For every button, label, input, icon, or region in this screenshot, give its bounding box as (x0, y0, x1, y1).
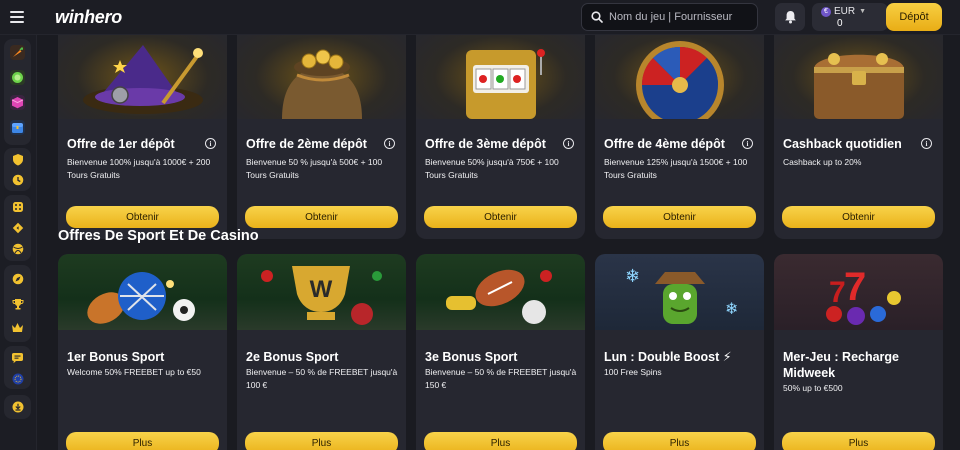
sport-title: Mer-Jeu : Recharge Midweek (783, 350, 900, 380)
sport-card: ❄ ❄ Lun : Double Boost ⚡ 100 Free Spins … (595, 254, 764, 450)
info-icon[interactable]: i (384, 138, 395, 149)
promo-image (58, 35, 227, 119)
search-box[interactable] (581, 3, 758, 31)
sidebar (0, 35, 37, 450)
sport-title: 1er Bonus Sport (67, 350, 165, 364)
balance-value: 0 (837, 18, 843, 29)
shield-icon[interactable] (10, 152, 25, 167)
bell-icon (784, 11, 796, 24)
promo-title: Offre de 2ème dépôt (246, 137, 367, 151)
sport-description: Welcome 50% FREEBET up to €50 (67, 367, 201, 377)
info-icon[interactable]: i (563, 138, 574, 149)
sport-card: 7 7 Mer-Jeu : Recharge Midweek 50% up to… (774, 254, 943, 450)
svg-text:7: 7 (844, 265, 866, 309)
get-offer-button[interactable]: Obtenir (66, 206, 219, 228)
more-button[interactable]: Plus (66, 432, 219, 450)
currency-label: EUR (834, 6, 856, 17)
promo-image (774, 35, 943, 119)
sport-description: Bienvenue – 50 % de FREEBET jusqu'à 100 … (246, 367, 398, 390)
sport-image: ❄ ❄ (595, 254, 764, 330)
sport-description: 100 Free Spins (604, 367, 662, 377)
lime-icon[interactable] (10, 70, 25, 85)
cube-icon[interactable] (10, 95, 25, 110)
more-button[interactable]: Plus (424, 432, 577, 450)
promo-description: Bienvenue 125% jusqu'à 1500€ + 100 Tours… (604, 157, 748, 180)
info-icon[interactable]: i (921, 138, 932, 149)
top-bar: winhero €EUR▼ 0 Dépôt (0, 0, 960, 35)
more-button[interactable]: Plus (782, 432, 935, 450)
chat-icon[interactable] (10, 350, 25, 365)
promo-title: Offre de 4ème dépôt (604, 137, 725, 151)
chest-icon[interactable] (10, 120, 25, 135)
more-button[interactable]: Plus (603, 432, 756, 450)
sport-description: Bienvenue – 50 % de FREEBET jusqu'à 150 … (425, 367, 577, 390)
diamond-icon[interactable] (10, 220, 25, 235)
promo-description: Bienvenue 100% jusqu'à 1000€ + 200 Tours… (67, 157, 211, 180)
trophy-icon[interactable] (10, 296, 25, 311)
promo-image (237, 35, 406, 119)
site-logo[interactable]: winhero (55, 7, 122, 28)
sport-image: 7 7 (774, 254, 943, 330)
info-icon[interactable]: i (742, 138, 753, 149)
sidebar-group-sports (4, 265, 31, 342)
more-button[interactable]: Plus (245, 432, 398, 450)
clock-icon[interactable] (10, 172, 25, 187)
sport-image: W (237, 254, 406, 330)
promo-description: Bienvenue 50% jusqu'à 750€ + 100 Tours G… (425, 157, 559, 180)
sport-description: 50% up to €500 (783, 383, 843, 393)
promo-card: Offre de 2ème dépôt i Bienvenue 50 % jus… (237, 35, 406, 239)
svg-text:❄: ❄ (725, 301, 738, 318)
promo-description: Bienvenue 50 % jusqu'à 500€ + 100 Tours … (246, 157, 383, 180)
sport-title: 3e Bonus Sport (425, 350, 518, 364)
sport-image (58, 254, 227, 330)
carrot-icon[interactable] (10, 45, 25, 60)
sport-title: 2e Bonus Sport (246, 350, 339, 364)
dice-icon[interactable] (10, 199, 25, 214)
get-offer-button[interactable]: Obtenir (782, 206, 935, 228)
sport-image (416, 254, 585, 330)
promo-card: Cashback quotidien i Cashback up to 20% … (774, 35, 943, 239)
sport-card: 3e Bonus Sport Bienvenue – 50 % de FREEB… (416, 254, 585, 450)
promo-image (416, 35, 585, 119)
compass-icon[interactable] (10, 271, 25, 286)
promo-image (595, 35, 764, 119)
download-icon[interactable] (10, 399, 25, 414)
svg-text:W: W (310, 276, 333, 303)
deposit-button[interactable]: Dépôt (886, 3, 942, 31)
globe-icon[interactable] (10, 371, 25, 386)
sport-card: W 2e Bonus Sport Bienvenue – 50 % de FRE… (237, 254, 406, 450)
sport-card: 1er Bonus Sport Welcome 50% FREEBET up t… (58, 254, 227, 450)
promo-card: Offre de 1er dépôt i Bienvenue 100% jusq… (58, 35, 227, 239)
get-offer-button[interactable]: Obtenir (603, 206, 756, 228)
promo-description: Cashback up to 20% (783, 157, 862, 167)
svg-text:❄: ❄ (625, 266, 640, 286)
search-input[interactable] (609, 11, 754, 23)
info-icon[interactable]: i (205, 138, 216, 149)
sidebar-group-rewards (4, 148, 31, 191)
ball-icon[interactable] (10, 241, 25, 256)
sport-title: Lun : Double Boost ⚡ (604, 350, 732, 364)
sidebar-group-games (4, 39, 31, 145)
get-offer-button[interactable]: Obtenir (424, 206, 577, 228)
promo-title: Offre de 3ème dépôt (425, 137, 546, 151)
chevron-down-icon: ▼ (859, 8, 867, 15)
promo-title: Offre de 1er dépôt (67, 137, 175, 151)
menu-icon[interactable] (10, 11, 24, 23)
main-content: Offre de 1er dépôt i Bienvenue 100% jusq… (38, 35, 960, 450)
promo-title: Cashback quotidien (783, 137, 902, 151)
euro-coin-icon: € (821, 6, 831, 17)
crown-icon[interactable] (10, 320, 25, 335)
notifications-button[interactable] (775, 3, 805, 31)
section-title: Offres De Sport Et De Casino (58, 228, 259, 244)
wallet-balance[interactable]: € EUR ▼ 0 (812, 3, 888, 31)
promo-card: Offre de 3ème dépôt i Bienvenue 50% jusq… (416, 35, 585, 239)
search-icon (591, 11, 603, 23)
svg-text:7: 7 (829, 276, 846, 309)
promo-card: Offre de 4ème dépôt i Bienvenue 125% jus… (595, 35, 764, 239)
sidebar-group-support (4, 346, 31, 389)
get-offer-button[interactable]: Obtenir (245, 206, 398, 228)
sidebar-group-app (4, 395, 31, 419)
sidebar-group-casino (4, 195, 31, 261)
